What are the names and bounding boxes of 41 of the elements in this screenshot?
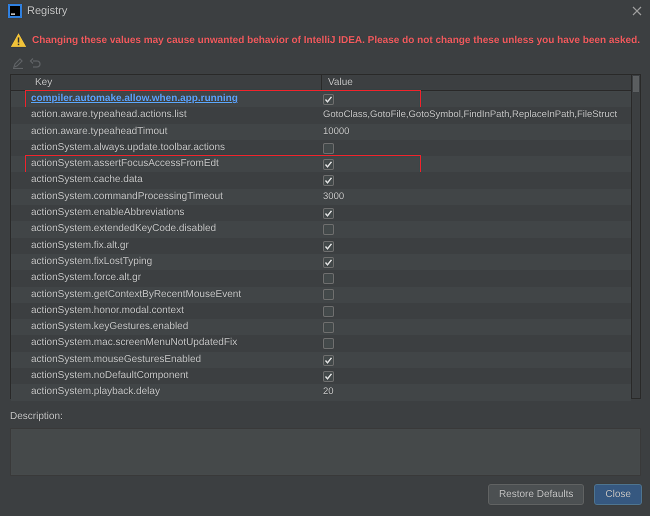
key-cell[interactable]: action.aware.typeaheadTimout (11, 124, 321, 140)
checkbox[interactable] (323, 208, 334, 219)
key-cell[interactable]: actionSystem.commandProcessingTimeout (11, 188, 321, 206)
key-cell[interactable]: actionSystem.honor.modal.context (11, 302, 321, 320)
key-cell[interactable]: action.aware.typeahead.actions.list (11, 107, 321, 124)
warning-icon (10, 31, 28, 49)
checkbox[interactable] (323, 159, 334, 170)
key-cell[interactable]: actionSystem.always.update.toolbar.actions (11, 140, 321, 156)
checkbox[interactable] (323, 94, 334, 105)
window-title: Registry (27, 4, 68, 19)
close-button[interactable]: Close (594, 484, 642, 505)
warning-message: Changing these values may cause unwanted behavior of IntelliJ IDEA. Please do not change these unless you have been asked. (32, 34, 640, 48)
checkbox[interactable] (323, 256, 334, 268)
key-cell[interactable]: actionSystem.force.alt.gr (11, 270, 321, 287)
value-cell[interactable]: GotoClass,GotoFile,GotoSymbol,FindInPath,ReplaceInPath,FileStruct (321, 107, 631, 124)
restore-defaults-button[interactable]: Restore Defaults (488, 484, 584, 505)
app-logo-icon (8, 4, 22, 18)
checkbox[interactable] (323, 306, 334, 317)
value-cell[interactable]: 10000 (321, 124, 631, 140)
key-cell[interactable]: actionSystem.enableAbbreviations (11, 205, 321, 222)
checkbox[interactable] (323, 322, 334, 334)
description-label: Description: (10, 411, 63, 422)
checkbox[interactable] (323, 175, 334, 186)
checkbox[interactable] (323, 354, 334, 366)
value-cell[interactable]: 3000 (321, 188, 631, 206)
checkbox[interactable] (323, 224, 334, 236)
key-cell[interactable]: actionSystem.fix.alt.gr (11, 238, 321, 254)
checkbox[interactable] (323, 240, 334, 252)
checkbox[interactable] (323, 338, 334, 350)
checkbox[interactable] (323, 370, 334, 382)
key-cell[interactable]: actionSystem.mac.screenMenuNotUpdatedFix (11, 335, 321, 352)
scrollbar-thumb[interactable] (633, 76, 639, 92)
column-header[interactable]: Key (11, 75, 321, 91)
key-cell[interactable]: actionSystem.cache.data (11, 172, 321, 189)
checkbox[interactable] (323, 142, 334, 154)
key-cell[interactable]: actionSystem.noDefaultComponent (11, 368, 321, 384)
key-cell[interactable]: actionSystem.playback.delay (11, 384, 321, 401)
close-icon[interactable] (632, 6, 642, 16)
checkbox[interactable] (323, 273, 334, 284)
value-cell[interactable]: 20 (321, 384, 631, 401)
checkbox[interactable] (323, 289, 334, 300)
